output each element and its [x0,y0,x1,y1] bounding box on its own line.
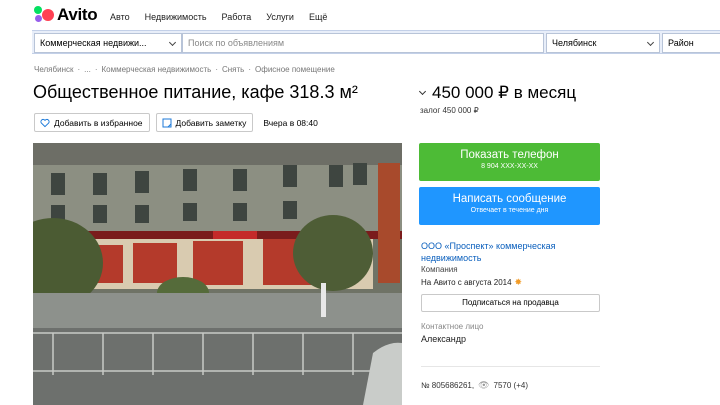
chevron-down-icon [168,38,177,47]
write-message-label: Написать сообщение [452,193,567,205]
add-favorite-label: Добавить в избранное [54,117,143,128]
seller-since-row: На Авито с августа 2014 ✸ [421,277,601,288]
phone-masked: 8 904 XXX-XX-XX [481,163,538,170]
storefront-image [33,143,402,405]
seller-info: ООО «Проспект» коммерческая недвижимость… [421,240,601,288]
show-phone-button[interactable]: Показать телефон 8 904 XXX-XX-XX [419,143,600,181]
breadcrumb: Челябинск · ... · Коммерческая недвижимо… [34,65,335,74]
heart-icon [40,118,50,128]
write-message-button[interactable]: Написать сообщение Отвечает в течение дн… [419,187,600,225]
crumb-sep: · [77,65,81,74]
logo-text: Avito [57,5,98,24]
seller-since: На Авито с августа 2014 [421,278,512,287]
contact-person-name: Александр [421,334,467,344]
subscribe-seller-button[interactable]: Подписаться на продавца [421,294,600,312]
price-row: 450 000 ₽ в месяц [418,83,577,103]
add-favorite-button[interactable]: Добавить в избранное [34,113,150,132]
show-phone-label: Показать телефон [460,149,559,161]
chevron-down-icon [646,38,655,47]
avito-logo[interactable]: Avito [34,5,98,25]
crumb-sep: · [248,65,252,74]
seller-type: Компания [421,265,458,274]
nav-services[interactable]: Услуги [266,12,294,22]
top-bar: Avito Авто Недвижимость Работа Услуги Ещ… [0,0,720,32]
crumb-sep: · [94,65,98,74]
add-note-label: Добавить заметку [175,117,247,128]
seller-name-link[interactable]: ООО «Проспект» коммерческая недвижимость [421,240,601,264]
badge-star-icon: ✸ [514,277,523,287]
search-bar: Коммерческая недвижи... Поиск по объявле… [32,30,720,54]
page-title: Общественное питание, кафе 318.3 м² [33,82,358,102]
eye-icon: 👁 [478,380,490,390]
price: 450 000 ₽ в месяц [432,83,577,102]
city-select[interactable]: Челябинск [546,33,660,53]
crumb-rent[interactable]: Снять [222,65,244,74]
search-input[interactable]: Поиск по объявлениям [182,33,544,53]
nav-more[interactable]: Ещё [309,12,327,22]
top-nav: Авто Недвижимость Работа Услуги Ещё [110,12,327,22]
listing-meta: № 805686261, 👁 7570 (+4) [421,380,528,391]
view-count: 7570 (+4) [493,381,528,390]
logo-mark-icon [34,6,54,24]
crumb-ellipsis[interactable]: ... [84,65,91,74]
deposit: залог 450 000 ₽ [420,106,479,115]
note-icon [162,118,172,128]
nav-realty[interactable]: Недвижимость [145,12,207,22]
reply-time: Отвечает в течение дня [470,207,549,214]
crumb-city[interactable]: Челябинск [34,65,73,74]
city-value: Челябинск [552,38,597,48]
contact-person-label: Контактное лицо [421,322,484,331]
crumb-commercial[interactable]: Коммерческая недвижимость [102,65,212,74]
currency-chevron-icon[interactable] [418,87,427,96]
nav-auto[interactable]: Авто [110,12,130,22]
add-note-button[interactable]: Добавить заметку [155,113,254,132]
category-dropdown[interactable] [150,33,182,53]
category-select[interactable]: Коммерческая недвижи... [34,33,150,53]
nav-jobs[interactable]: Работа [222,12,252,22]
crumb-office[interactable]: Офисное помещение [255,65,335,74]
posted-date: Вчера в 08:40 [263,117,318,128]
listing-id: № 805686261, [421,381,475,390]
region-select[interactable]: Район [662,33,720,53]
crumb-sep: · [215,65,218,74]
listing-actions: Добавить в избранное Добавить заметку Вч… [34,113,318,132]
listing-photo[interactable] [33,143,402,405]
divider [421,366,600,367]
